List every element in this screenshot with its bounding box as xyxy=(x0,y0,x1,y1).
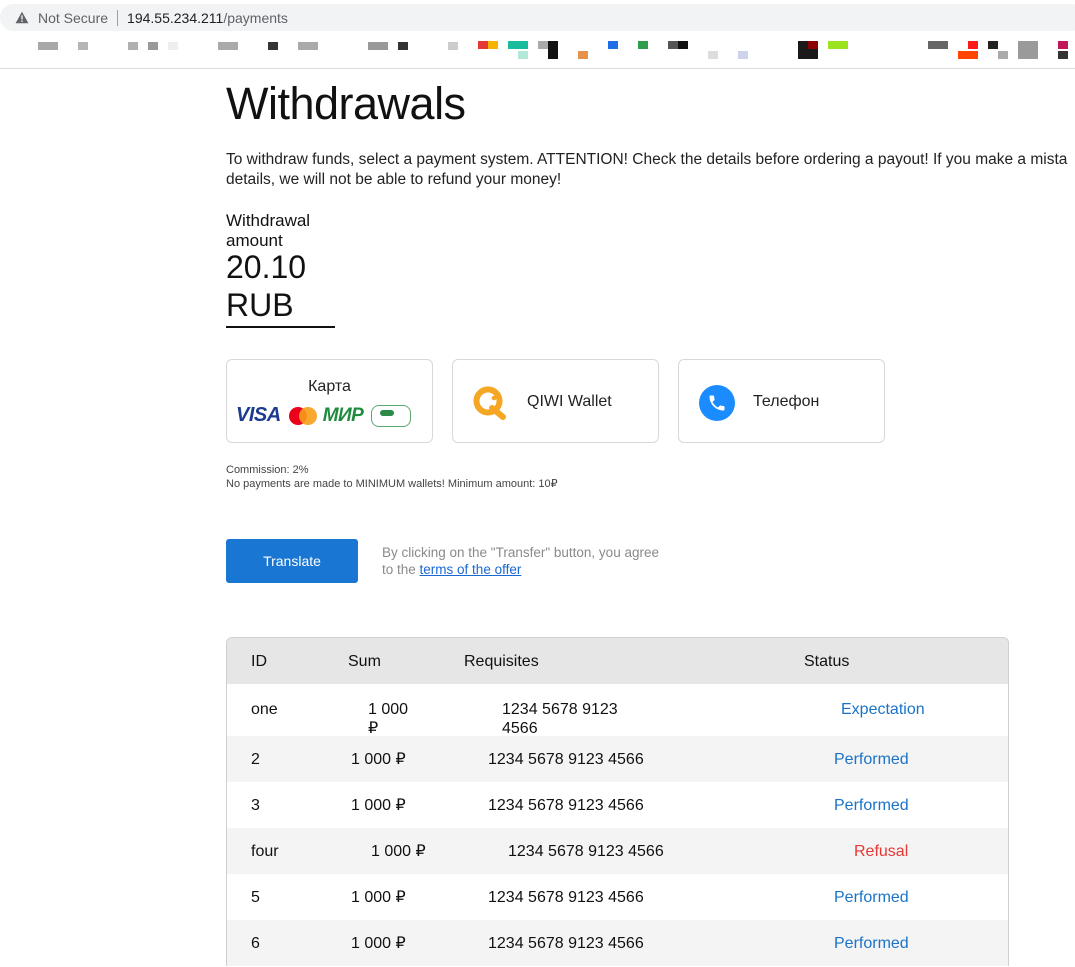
mir-logo: МИР xyxy=(322,404,364,426)
mastercard-icon xyxy=(288,406,317,425)
cell-id: one xyxy=(251,701,278,718)
agreement-text: By clicking on the "Transfer" button, yo… xyxy=(382,544,659,578)
payment-badge-icon xyxy=(371,404,412,427)
header-status: Status xyxy=(804,653,850,670)
terms-link[interactable]: terms of the offer xyxy=(420,562,522,577)
cell-sum: 1 000 ₽ xyxy=(371,843,426,860)
phone-icon xyxy=(699,385,735,421)
cell-id: 5 xyxy=(251,889,260,906)
method-phone-label: Телефон xyxy=(753,393,820,410)
cell-sum: 1 000 ₽ xyxy=(351,751,406,768)
cell-status: Performed xyxy=(834,889,909,906)
amount-field[interactable]: 20.10 RUB xyxy=(226,248,306,324)
cell-id: 3 xyxy=(251,797,260,814)
security-status[interactable]: Not Secure xyxy=(38,10,108,26)
cell-id: four xyxy=(251,843,279,860)
notice-line-1: To withdraw funds, select a payment syst… xyxy=(226,151,1068,168)
minimum-amount-note: No payments are made to MINIMUM wallets!… xyxy=(226,478,558,490)
cell-requisites: 1234 5678 9123 4566 xyxy=(488,935,644,952)
amount-label: Withdrawal amount xyxy=(226,211,311,250)
bookmarks-bar xyxy=(0,34,1075,69)
header-id: ID xyxy=(251,653,267,670)
method-phone[interactable]: Телефон xyxy=(678,359,885,443)
cell-requisites: 1234 5678 9123 4566 xyxy=(508,843,664,860)
address-bar[interactable]: Not Secure 194.55.234.211/payments xyxy=(0,4,1075,31)
cell-sum: 1 000 ₽ xyxy=(351,889,406,906)
translate-button[interactable]: Translate xyxy=(226,539,358,583)
url-path[interactable]: /payments xyxy=(223,10,288,26)
page-title: Withdrawals xyxy=(226,78,466,129)
table-row: 6 1 000 ₽ 1234 5678 9123 4566 Performed xyxy=(227,920,1008,966)
header-requisites: Requisites xyxy=(464,653,539,670)
table-row: four 1 000 ₽ 1234 5678 9123 4566 Refusal xyxy=(227,828,1008,874)
cell-status: Performed xyxy=(834,935,909,952)
cell-status: Performed xyxy=(834,797,909,814)
table-row: 3 1 000 ₽ 1234 5678 9123 4566 Performed xyxy=(227,782,1008,828)
cell-requisites: 1234 5678 9123 4566 xyxy=(488,751,644,768)
cell-id: 6 xyxy=(251,935,260,952)
method-qiwi[interactable]: QIWI Wallet xyxy=(452,359,659,443)
agreement-prefix: to the xyxy=(382,562,416,577)
cell-sum: 1 000 ₽ xyxy=(351,935,406,952)
cell-status: Expectation xyxy=(841,701,925,718)
header-sum: Sum xyxy=(348,653,381,670)
method-card-label: Карта xyxy=(308,378,351,395)
table-row: one 1 000 ₽ 1234 5678 9123 4566 Expectat… xyxy=(227,684,1008,737)
warning-icon[interactable] xyxy=(14,10,30,26)
amount-currency: RUB xyxy=(226,287,294,323)
cell-sum: 1 000 ₽ xyxy=(351,797,406,814)
amount-value: 20.10 xyxy=(226,249,307,285)
table-row: 5 1 000 ₽ 1234 5678 9123 4566 Performed xyxy=(227,874,1008,920)
commission-rate: Commission: 2% xyxy=(226,464,309,476)
visa-logo: VISA xyxy=(236,404,281,426)
cell-status: Performed xyxy=(834,751,909,768)
method-card[interactable]: Карта VISA МИР xyxy=(226,359,433,443)
amount-underline xyxy=(226,326,335,328)
method-qiwi-label: QIWI Wallet xyxy=(527,393,612,410)
table-header: ID Sum Requisites Status xyxy=(227,638,1008,684)
divider xyxy=(117,9,119,26)
cell-status: Refusal xyxy=(854,843,909,860)
cell-requisites: 1234 5678 9123 4566 xyxy=(488,889,644,906)
cell-sum: 1 000 ₽ xyxy=(368,701,409,737)
withdraw-notice: To withdraw funds, select a payment syst… xyxy=(226,150,1075,190)
cell-id: 2 xyxy=(251,751,260,768)
cell-requisites: 1234 5678 9123 4566 xyxy=(488,797,644,814)
notice-line-2: details, we will not be able to refund y… xyxy=(226,171,562,188)
card-logos: VISA МИР xyxy=(236,404,412,427)
cell-requisites: 1234 5678 9123 4566 xyxy=(502,701,618,737)
commission-info: Commission: 2% No payments are made to M… xyxy=(226,463,558,491)
url-host[interactable]: 194.55.234.211 xyxy=(127,10,223,26)
qiwi-icon xyxy=(473,386,506,420)
table-row: 2 1 000 ₽ 1234 5678 9123 4566 Performed xyxy=(227,736,1008,782)
agreement-line-1: By clicking on the "Transfer" button, yo… xyxy=(382,545,659,560)
payments-table: ID Sum Requisites Status one 1 000 ₽ 123… xyxy=(226,637,1009,966)
